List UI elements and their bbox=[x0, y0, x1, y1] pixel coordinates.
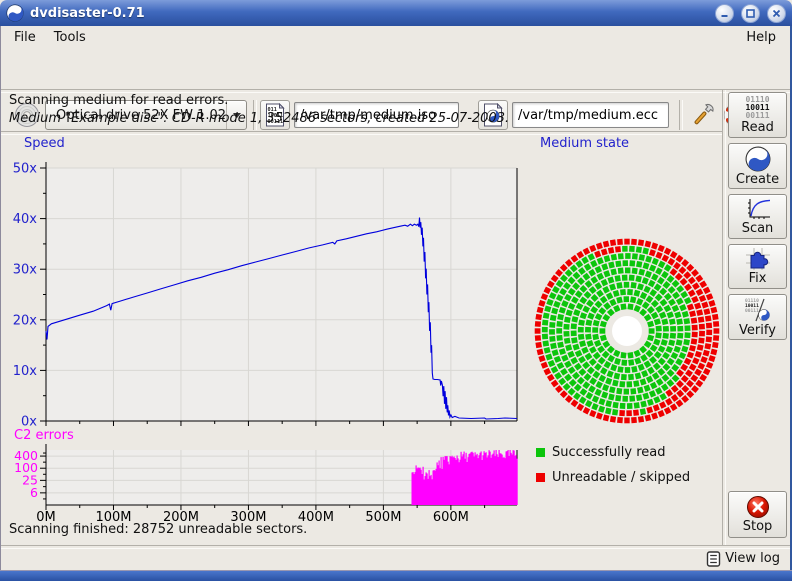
app-logo-yinyang-icon bbox=[6, 4, 24, 22]
view-log-label: View log bbox=[725, 551, 780, 566]
legend-good-label: Successfully read bbox=[552, 445, 665, 460]
svg-text:0x: 0x bbox=[21, 415, 37, 428]
wrench-icon bbox=[689, 102, 716, 129]
good-swatch-icon bbox=[536, 448, 545, 457]
titlebar[interactable]: dvdisaster-0.71 bbox=[0, 0, 792, 26]
svg-text:500M: 500M bbox=[365, 510, 401, 523]
stop-icon bbox=[746, 495, 770, 519]
svg-text:40x: 40x bbox=[13, 212, 38, 227]
fix-button[interactable]: Fix bbox=[728, 244, 787, 289]
fix-label: Fix bbox=[749, 271, 767, 286]
medium-state-disc bbox=[520, 232, 735, 432]
bad-swatch-icon bbox=[536, 473, 545, 482]
window-frame-left bbox=[0, 26, 1, 581]
status-line-2: Medium "Example disc": CD-R mode 1, 3524… bbox=[9, 111, 509, 126]
svg-text:30x: 30x bbox=[13, 263, 38, 278]
verify-icon: 01110 10011 00111 bbox=[744, 297, 771, 323]
stop-label: Stop bbox=[743, 519, 773, 534]
scan-curve-icon bbox=[745, 197, 771, 221]
create-label: Create bbox=[736, 172, 779, 187]
ecc-path-input[interactable] bbox=[512, 102, 669, 128]
create-button[interactable]: Create bbox=[728, 143, 787, 189]
read-binary-icon: 01110 10011 00111 bbox=[745, 96, 769, 120]
maximize-button[interactable] bbox=[741, 4, 760, 23]
toolbar-separator bbox=[679, 100, 683, 130]
verify-button[interactable]: 01110 10011 00111 Verify bbox=[728, 294, 787, 340]
close-icon bbox=[771, 8, 782, 19]
create-yinyang-icon bbox=[745, 146, 771, 172]
verify-label: Verify bbox=[739, 323, 776, 338]
read-label: Read bbox=[741, 120, 774, 135]
toolbar: Optical drive 52X FW 1.02 011 10011 0011… bbox=[1, 48, 790, 89]
menubar: File Tools Help bbox=[1, 26, 790, 48]
log-list-icon bbox=[706, 551, 721, 567]
legend-bad-label: Unreadable / skipped bbox=[552, 470, 690, 485]
sidebar-separator bbox=[722, 90, 726, 545]
medium-state-title: Medium state bbox=[540, 136, 629, 151]
svg-text:10x: 10x bbox=[13, 364, 38, 379]
status-separator bbox=[1, 131, 722, 135]
minimize-icon bbox=[719, 8, 730, 19]
read-button[interactable]: 01110 10011 00111 Read bbox=[728, 92, 787, 138]
legend-item-good: Successfully read bbox=[536, 440, 690, 465]
svg-text:50x: 50x bbox=[13, 162, 38, 177]
svg-text:00111: 00111 bbox=[745, 308, 759, 314]
fix-puzzle-icon bbox=[745, 247, 771, 271]
minimize-button[interactable] bbox=[715, 4, 734, 23]
scan-button[interactable]: Scan bbox=[728, 194, 787, 239]
c2-errors-chart: 6251004000M100M200M300M400M500M600M bbox=[0, 437, 530, 523]
svg-text:400: 400 bbox=[14, 448, 38, 463]
medium-state-legend: Successfully read Unreadable / skipped bbox=[536, 440, 690, 490]
window-frame-bottom[interactable] bbox=[0, 570, 792, 581]
menu-help[interactable]: Help bbox=[736, 28, 786, 47]
status-line-1: Scanning medium for read errors. bbox=[9, 93, 228, 108]
view-log-button[interactable]: View log bbox=[706, 551, 780, 567]
legend-item-bad: Unreadable / skipped bbox=[536, 465, 690, 490]
close-button[interactable] bbox=[767, 4, 786, 23]
maximize-icon bbox=[745, 8, 756, 19]
dvdisaster-window: dvdisaster-0.71 File Tools Help bbox=[0, 0, 792, 581]
stop-button[interactable]: Stop bbox=[728, 491, 787, 538]
window-title: dvdisaster-0.71 bbox=[30, 6, 145, 21]
menu-file[interactable]: File bbox=[5, 28, 45, 47]
svg-text:20x: 20x bbox=[13, 313, 38, 328]
svg-text:600M: 600M bbox=[433, 510, 469, 523]
preferences-button[interactable] bbox=[687, 100, 717, 130]
speed-chart-title: Speed bbox=[24, 136, 65, 151]
footer-bar: View log bbox=[1, 547, 790, 570]
speed-chart: 0x 10x 20x 30x 40x 50x bbox=[0, 155, 530, 427]
scan-label: Scan bbox=[742, 221, 774, 236]
scan-result-text: Scanning finished: 28752 unreadable sect… bbox=[9, 522, 307, 537]
menu-tools[interactable]: Tools bbox=[45, 28, 95, 47]
